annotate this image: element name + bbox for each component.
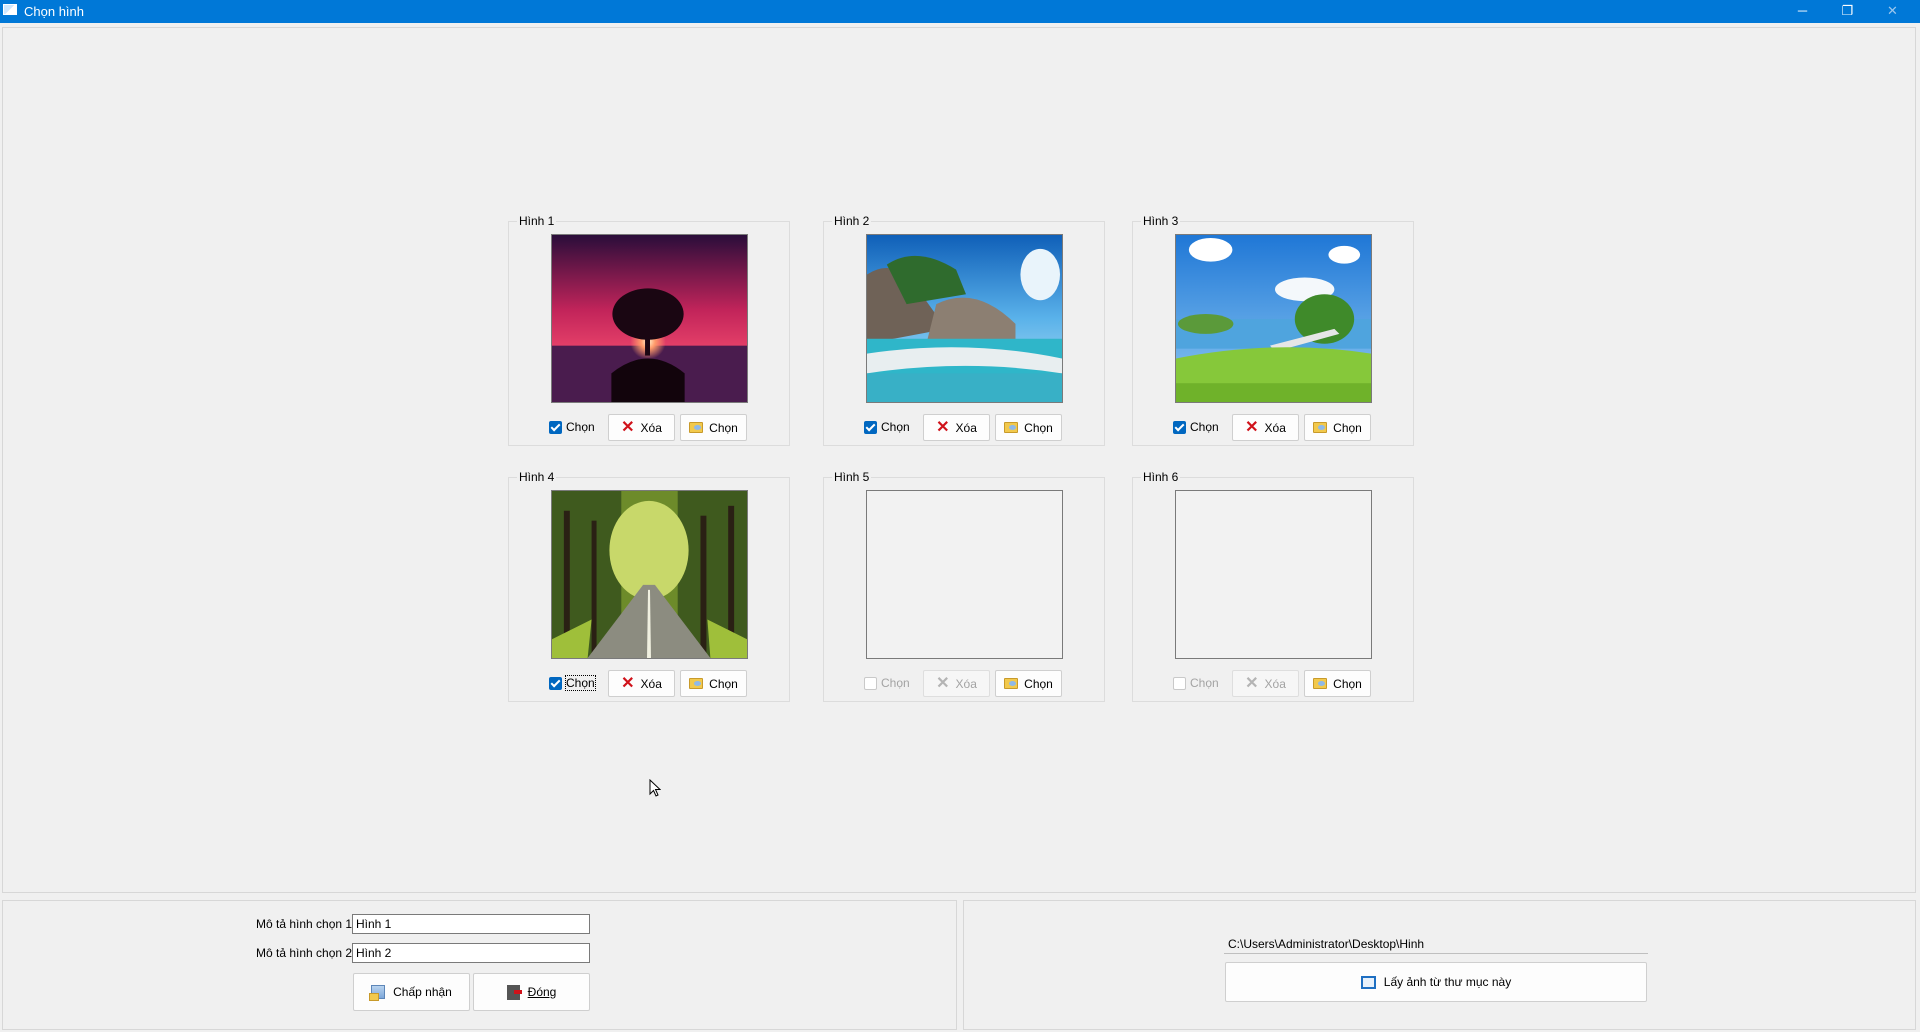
pick-label: Chọn xyxy=(1024,676,1053,691)
select-checkbox-3[interactable]: Chọn xyxy=(1173,419,1219,435)
x-delete-icon: ✕ xyxy=(936,418,950,436)
select-checkbox-6[interactable]: Chọn xyxy=(1173,675,1219,691)
folder-image-icon xyxy=(689,678,704,689)
checkbox-label: Chọn xyxy=(1190,676,1219,690)
delete-button-2[interactable]: ✕ Xóa xyxy=(923,414,990,441)
checkbox-label: Chọn xyxy=(881,420,910,434)
delete-label: Xóa xyxy=(1264,420,1286,435)
x-delete-icon: ✕ xyxy=(936,674,950,692)
checkbox-unchecked-icon xyxy=(864,676,877,690)
delete-label: Xóa xyxy=(1264,676,1286,691)
group-legend: Hình 5 xyxy=(832,470,872,484)
window-title: Chọn hình xyxy=(24,4,84,19)
pick-image-button-3[interactable]: Chọn xyxy=(1304,414,1371,441)
delete-button-3[interactable]: ✕ Xóa xyxy=(1232,414,1299,441)
delete-label: Xóa xyxy=(640,676,662,691)
select-checkbox-2[interactable]: Chọn xyxy=(864,419,910,435)
x-delete-icon: ✕ xyxy=(1245,674,1259,692)
delete-button-5[interactable]: ✕ Xóa xyxy=(923,670,990,697)
image-group-2: Hình 2 Chọn ✕ Xóa Chọn xyxy=(823,214,1105,446)
maximize-button[interactable]: ❐ xyxy=(1825,0,1870,23)
image-preview-6[interactable] xyxy=(1175,490,1372,659)
group-legend: Hình 2 xyxy=(832,214,872,228)
pick-image-button-4[interactable]: Chọn xyxy=(680,670,747,697)
load-folder-button[interactable]: Lấy ảnh từ thư mục này xyxy=(1225,962,1647,1002)
group-legend: Hình 1 xyxy=(517,214,557,228)
description-2-input[interactable] xyxy=(352,943,590,963)
image-preview-4[interactable] xyxy=(551,490,748,659)
close-button[interactable]: Đóng xyxy=(473,973,590,1011)
tree-lined-road-photo xyxy=(552,491,747,658)
checkbox-checked-icon xyxy=(1173,420,1186,434)
image-group-4: Hình 4 Chọn ✕ Xóa Chọn xyxy=(508,470,790,702)
exit-door-icon xyxy=(506,984,522,1000)
folder-image-icon xyxy=(1313,422,1328,433)
delete-button-4[interactable]: ✕ Xóa xyxy=(608,670,675,697)
x-delete-icon: ✕ xyxy=(621,674,635,692)
pick-label: Chọn xyxy=(1333,420,1362,435)
accept-icon xyxy=(369,985,386,1001)
folder-image-icon xyxy=(1004,678,1019,689)
group-legend: Hình 4 xyxy=(517,470,557,484)
folder-path-field[interactable]: C:\Users\Administrator\Desktop\Hinh xyxy=(1224,935,1648,954)
description-2-label: Mô tả hình chọn 2: xyxy=(256,946,356,960)
image-group-6: Hình 6 Chọn ✕ Xóa Chọn xyxy=(1132,470,1414,702)
pick-image-button-5[interactable]: Chọn xyxy=(995,670,1062,697)
folder-image-icon xyxy=(1004,422,1019,433)
delete-label: Xóa xyxy=(955,676,977,691)
green-meadow-lake-photo xyxy=(1176,235,1371,402)
pick-label: Chọn xyxy=(1333,676,1362,691)
group-legend: Hình 3 xyxy=(1141,214,1181,228)
image-panel xyxy=(2,27,1916,893)
pick-image-button-1[interactable]: Chọn xyxy=(680,414,747,441)
checkbox-label: Chọn xyxy=(566,420,595,434)
checkbox-label: Chọn xyxy=(565,675,596,691)
delete-button-1[interactable]: ✕ Xóa xyxy=(608,414,675,441)
delete-label: Xóa xyxy=(955,420,977,435)
accept-label: Chấp nhận xyxy=(393,985,452,999)
x-delete-icon: ✕ xyxy=(621,418,635,436)
select-checkbox-1[interactable]: Chọn xyxy=(549,419,595,435)
image-preview-2[interactable] xyxy=(866,234,1063,403)
title-bar: Chọn hình ─ ❐ ✕ xyxy=(0,0,1920,23)
checkbox-checked-icon xyxy=(864,420,877,434)
image-group-3: Hình 3 Chọn ✕ Xóa Chọn xyxy=(1132,214,1414,446)
load-folder-label: Lấy ảnh từ thư mục này xyxy=(1383,975,1512,989)
checkbox-label: Chọn xyxy=(881,676,910,690)
close-window-button[interactable]: ✕ xyxy=(1870,0,1915,23)
accept-button[interactable]: Chấp nhận xyxy=(353,973,470,1011)
pick-label: Chọn xyxy=(1024,420,1053,435)
delete-button-6[interactable]: ✕ Xóa xyxy=(1232,670,1299,697)
close-label: Đóng xyxy=(527,985,557,999)
tropical-beach-photo xyxy=(867,235,1062,402)
folder-image-icon xyxy=(689,422,704,433)
checkbox-unchecked-icon xyxy=(1173,676,1186,690)
image-preview-3[interactable] xyxy=(1175,234,1372,403)
monitor-icon xyxy=(1360,975,1376,989)
checkbox-checked-icon xyxy=(549,420,562,434)
select-checkbox-5[interactable]: Chọn xyxy=(864,675,910,691)
folder-image-icon xyxy=(1313,678,1328,689)
pick-image-button-6[interactable]: Chọn xyxy=(1304,670,1371,697)
checkbox-checked-icon xyxy=(549,676,562,690)
minimize-button[interactable]: ─ xyxy=(1780,0,1825,23)
pick-image-button-2[interactable]: Chọn xyxy=(995,414,1062,441)
x-delete-icon: ✕ xyxy=(1245,418,1259,436)
app-icon xyxy=(3,4,17,15)
checkbox-label: Chọn xyxy=(1190,420,1219,434)
image-group-5: Hình 5 Chọn ✕ Xóa Chọn xyxy=(823,470,1105,702)
sunset-tree-photo xyxy=(552,235,747,402)
delete-label: Xóa xyxy=(640,420,662,435)
image-preview-5[interactable] xyxy=(866,490,1063,659)
mouse-cursor-icon xyxy=(649,779,661,797)
pick-label: Chọn xyxy=(709,420,738,435)
pick-label: Chọn xyxy=(709,676,738,691)
image-preview-1[interactable] xyxy=(551,234,748,403)
image-group-1: Hình 1 Chọn ✕ Xóa Chọn xyxy=(508,214,790,446)
group-legend: Hình 6 xyxy=(1141,470,1181,484)
select-checkbox-4[interactable]: Chọn xyxy=(549,675,596,691)
description-1-input[interactable] xyxy=(352,914,590,934)
description-1-label: Mô tả hình chọn 1: xyxy=(256,917,356,931)
